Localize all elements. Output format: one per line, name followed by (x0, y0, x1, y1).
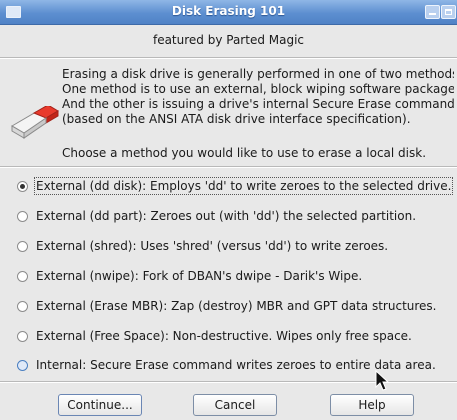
option-dd-part[interactable]: External (dd part): Zeroes out (with 'dd… (17, 207, 416, 225)
radio-button[interactable] (17, 210, 28, 222)
help-button[interactable]: Help (330, 394, 414, 416)
minimize-icon[interactable] (425, 5, 440, 19)
maximize-icon[interactable] (441, 5, 456, 19)
option-label: External (dd disk): Employs 'dd' to writ… (33, 177, 454, 195)
description-line: (based on the ANSI ATA disk drive interf… (62, 112, 411, 126)
choose-prompt: Choose a method you would like to use to… (62, 146, 427, 160)
description-line: One method is to use an external, block … (62, 82, 454, 96)
radio-button[interactable] (17, 180, 28, 192)
title-bar[interactable]: Disk Erasing 101 (0, 0, 457, 25)
option-label: External (dd part): Zeroes out (with 'dd… (36, 209, 417, 223)
radio-button[interactable] (17, 330, 28, 342)
eraser-icon (11, 106, 59, 139)
description-line: Erasing a disk drive is generally perfor… (62, 67, 454, 81)
description-text: Erasing a disk drive is generally perfor… (62, 67, 454, 127)
option-dd-disk[interactable]: External (dd disk): Employs 'dd' to writ… (17, 177, 454, 195)
radio-button[interactable] (17, 300, 28, 312)
option-label: External (Erase MBR): Zap (destroy) MBR … (36, 299, 437, 313)
option-erase-mbr[interactable]: External (Erase MBR): Zap (destroy) MBR … (17, 297, 437, 315)
cancel-button[interactable]: Cancel (193, 394, 277, 416)
divider (0, 57, 457, 59)
option-label: External (nwipe): Fork of DBAN's dwipe -… (36, 269, 363, 283)
continue-button[interactable]: Continue... (58, 394, 142, 416)
option-label: External (Free Space): Non-destructive. … (36, 329, 412, 343)
mouse-pointer-icon (375, 370, 389, 391)
radio-button[interactable] (17, 359, 28, 371)
radio-button[interactable] (17, 270, 28, 282)
option-internal-secure-erase[interactable]: Internal: Secure Erase command writes ze… (17, 356, 436, 374)
option-label: External (shred): Uses 'shred' (versus '… (36, 239, 389, 253)
option-nwipe[interactable]: External (nwipe): Fork of DBAN's dwipe -… (17, 267, 362, 285)
option-shred[interactable]: External (shred): Uses 'shred' (versus '… (17, 237, 388, 255)
description-line: And the other is issuing a drive's inter… (62, 97, 454, 111)
divider (0, 166, 457, 168)
option-free-space[interactable]: External (Free Space): Non-destructive. … (17, 327, 412, 345)
radio-button[interactable] (17, 240, 28, 252)
window-title: Disk Erasing 101 (171, 4, 286, 18)
featured-label: featured by Parted Magic (152, 33, 305, 47)
